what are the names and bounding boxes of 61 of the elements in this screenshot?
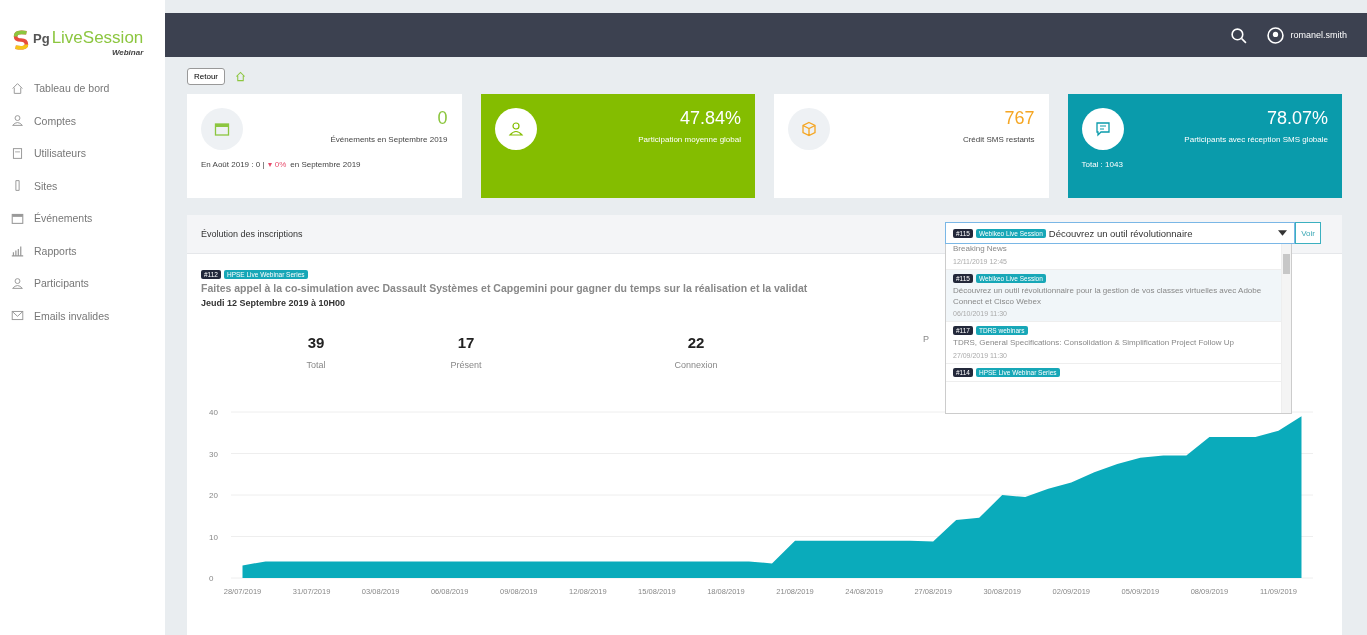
bar-chart-icon [11, 244, 24, 258]
user-icon [507, 121, 524, 137]
stat-value: 22 [687, 334, 705, 351]
document-icon [11, 146, 24, 160]
stat-value: 47.84% [679, 108, 741, 129]
stat-footer: Total : 1043 [1081, 160, 1123, 169]
chat-icon [1094, 121, 1111, 137]
change-value: ▾ 0% [268, 160, 287, 169]
logo-text: LiveSession [51, 28, 144, 48]
sidebar-item[interactable]: Utilisateurs [11, 137, 165, 170]
user-avatar-icon[interactable] [1267, 26, 1285, 44]
logo-mark-text: Pg [33, 31, 50, 46]
panel-title: Évolution des inscriptions [201, 229, 303, 239]
event-date: Jeudi 12 Septembre 2019 à 10H00 [201, 298, 346, 308]
option-title: TDRS, General Specifications: Consolidation & Simplification Project Follow Up [953, 338, 1235, 350]
calendar-icon [11, 211, 24, 225]
sidebar-item[interactable]: Participants [11, 267, 165, 300]
scrollbar[interactable] [1281, 244, 1291, 413]
sidebar-item[interactable]: Événements [11, 202, 165, 235]
sidebar-item[interactable]: Emails invalides [11, 299, 165, 332]
y-tick-label: 10 [209, 532, 218, 542]
stat-value: 39 [307, 334, 325, 351]
user-icon [11, 276, 24, 290]
logo-subtitle: Webinar [111, 48, 144, 57]
stat-value: 78.07% [1266, 108, 1328, 129]
search-icon[interactable] [1230, 26, 1248, 44]
sidebar-item[interactable]: Tableau de bord [11, 72, 165, 105]
mail-icon [11, 309, 24, 323]
caret-icon [1278, 230, 1288, 236]
logo-icon [12, 28, 30, 52]
user-name[interactable]: romanel.smith [1290, 30, 1347, 40]
stat-label: Connexion [674, 360, 718, 370]
user-icon [11, 114, 24, 128]
select-value: Découvrez un outil révolutionnaire [1048, 227, 1193, 239]
stat-label: Présent [450, 360, 482, 370]
back-button[interactable]: Retour [187, 67, 225, 85]
box-icon [801, 121, 817, 137]
view-button[interactable]: Voir [1295, 222, 1321, 244]
calendar-icon [214, 121, 230, 137]
sidebar-item[interactable]: Comptes [11, 104, 165, 137]
stat-label: Événements en Septembre 2019 [330, 135, 448, 144]
option-title: Découvrez un outil révolutionnaire pour la gestion de vos classes virtuelles avec Adobe Connect et Cisco Webex [953, 285, 1263, 308]
y-tick-label: 40 [209, 408, 218, 417]
sidebar-item[interactable]: Sites [11, 169, 165, 202]
stat-label: Participants avec réception SMS globale [1184, 135, 1328, 144]
event-title: Faites appel à la co-simulation avec Dassault Systèmes et Capgemini pour gagner du temps sur la réalisation et la validat [201, 282, 808, 294]
stat-label: Total [306, 360, 326, 370]
stat-label: Participation moyenne global [638, 135, 741, 144]
home-icon [11, 81, 24, 95]
stat-value: 17 [457, 334, 475, 351]
stat-value: 767 [1004, 108, 1035, 129]
stat-value: 0 [437, 108, 448, 129]
option-title: Breaking News [953, 244, 1008, 255]
y-tick-label: 20 [209, 491, 218, 500]
stat-footer: en Septembre 2019 [290, 160, 361, 169]
sidebar-item[interactable]: Rapports [11, 234, 165, 267]
stat-label: Crédit SMS restants [962, 135, 1035, 144]
stat-label: P [923, 334, 929, 344]
y-tick-label: 30 [209, 449, 218, 459]
y-tick-label: 0 [209, 574, 214, 583]
stat-footer: En Août 2019 : 0 | [201, 160, 265, 169]
